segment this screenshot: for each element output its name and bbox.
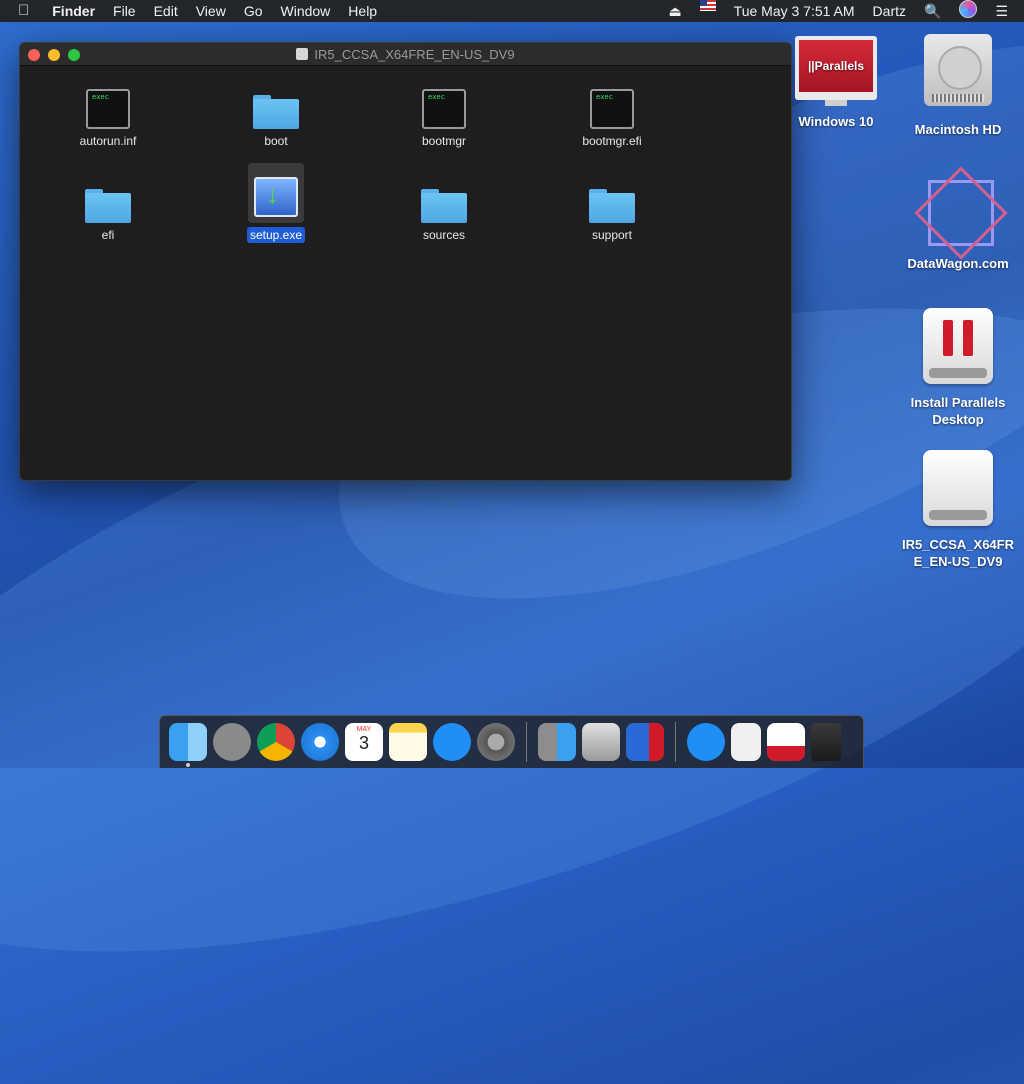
file-label: boot xyxy=(264,134,288,148)
desktop-icon-label: Install Parallels Desktop xyxy=(910,395,1006,427)
file-item-efi[interactable]: efi xyxy=(38,171,178,244)
datawagon-icon xyxy=(914,166,1008,260)
desktop-icon-windows-10[interactable]: ||Parallels Windows 10 xyxy=(776,36,896,129)
menu-edit[interactable]: Edit xyxy=(145,0,187,22)
parallels-desktop-icon[interactable] xyxy=(626,723,664,761)
migration-assistant-icon[interactable] xyxy=(538,723,576,761)
parallels-installer-icon xyxy=(923,308,993,384)
desktop-icon-install-parallels[interactable]: Install Parallels Desktop xyxy=(898,308,1018,428)
desktop-icon-label: Windows 10 xyxy=(798,114,874,129)
desktop-icon-label: Macintosh HD xyxy=(914,122,1002,137)
finder-window: IR5_CCSA_X64FRE_EN-US_DV9 exec autorun.i… xyxy=(19,42,792,481)
menu-bar:  Finder File Edit View Go Window Help ⏏… xyxy=(0,0,1024,22)
setup-icon xyxy=(254,177,298,217)
desktop-icon-macintosh-hd[interactable]: Macintosh HD xyxy=(898,34,1018,137)
eject-icon[interactable]: ⏏ xyxy=(659,0,690,22)
safari-icon[interactable] xyxy=(301,723,339,761)
file-item-setup-exe[interactable]: setup.exe xyxy=(206,163,346,244)
file-item-support[interactable]: support xyxy=(542,171,682,244)
disk-image-icon xyxy=(923,450,993,526)
file-label: bootmgr xyxy=(421,134,467,148)
folder-icon xyxy=(589,189,635,223)
launchpad-icon[interactable] xyxy=(213,723,251,761)
system-preferences-icon[interactable] xyxy=(477,723,515,761)
calendar-month: MAY xyxy=(356,726,372,733)
menu-window[interactable]: Window xyxy=(272,0,340,22)
folder-icon xyxy=(421,189,467,223)
file-item-bootmgr[interactable]: exec bootmgr xyxy=(374,77,514,150)
notification-center-icon[interactable]: ☰ xyxy=(986,0,1024,22)
menu-help[interactable]: Help xyxy=(339,0,386,22)
notes-icon[interactable] xyxy=(389,723,427,761)
disk-image-small-icon xyxy=(296,48,309,60)
app-store-icon[interactable] xyxy=(433,723,471,761)
exec-icon: exec xyxy=(590,89,634,129)
parallels-access-icon[interactable] xyxy=(767,723,805,761)
folder-icon xyxy=(253,95,299,129)
chrome-icon[interactable] xyxy=(257,723,295,761)
dock-separator xyxy=(526,722,527,762)
window-title: IR5_CCSA_X64FRE_EN-US_DV9 xyxy=(20,43,791,65)
dock: MAY 3 xyxy=(159,715,864,768)
calendar-icon[interactable]: MAY 3 xyxy=(345,723,383,761)
file-item-bootmgr-efi[interactable]: exec bootmgr.efi xyxy=(542,77,682,150)
window-titlebar[interactable]: IR5_CCSA_X64FRE_EN-US_DV9 xyxy=(20,43,791,66)
menu-view[interactable]: View xyxy=(187,0,235,22)
boot-camp-assistant-icon[interactable] xyxy=(582,723,620,761)
dock-separator xyxy=(675,722,676,762)
file-label: support xyxy=(591,228,633,242)
file-item-boot[interactable]: boot xyxy=(206,77,346,150)
file-item-autorun-inf[interactable]: exec autorun.inf xyxy=(38,77,178,150)
clock[interactable]: Tue May 3 7:51 AM xyxy=(725,0,864,22)
input-source-flag-icon[interactable] xyxy=(691,0,725,22)
app-store-downloads-icon[interactable] xyxy=(687,723,725,761)
trash-icon[interactable] xyxy=(811,723,841,761)
file-label: bootmgr.efi xyxy=(582,134,642,148)
calendar-day: 3 xyxy=(358,733,369,753)
hard-drive-icon xyxy=(924,34,992,106)
finder-icon[interactable] xyxy=(169,723,207,767)
file-label: setup.exe xyxy=(246,227,306,243)
exec-icon: exec xyxy=(86,89,130,129)
document-icon[interactable] xyxy=(731,723,761,761)
file-label: efi xyxy=(101,228,115,242)
desktop-icon-disk-image[interactable]: IR5_CCSA_X64FRE_EN-US_DV9 xyxy=(898,450,1018,570)
desktop-icon-label: DataWagon.com xyxy=(907,256,1009,271)
exec-icon: exec xyxy=(422,89,466,129)
apple-menu-icon[interactable]:  xyxy=(0,0,43,22)
siri-icon[interactable] xyxy=(950,0,986,22)
menu-go[interactable]: Go xyxy=(235,0,272,22)
folder-icon xyxy=(85,189,131,223)
file-label: autorun.inf xyxy=(79,134,137,148)
spotlight-search-icon[interactable]: 🔍 xyxy=(915,0,950,22)
user-menu[interactable]: Dartz xyxy=(864,0,915,22)
desktop-icon-datawagon[interactable]: DataWagon.com xyxy=(898,166,1018,271)
file-item-sources[interactable]: sources xyxy=(374,171,514,244)
window-title-text: IR5_CCSA_X64FRE_EN-US_DV9 xyxy=(314,46,515,62)
menu-file[interactable]: File xyxy=(104,0,145,22)
parallels-vm-icon: ||Parallels xyxy=(795,36,877,106)
app-menu-finder[interactable]: Finder xyxy=(43,0,104,22)
file-label: sources xyxy=(422,228,466,242)
desktop-icon-label: IR5_CCSA_X64FRE_EN-US_DV9 xyxy=(902,537,1014,569)
